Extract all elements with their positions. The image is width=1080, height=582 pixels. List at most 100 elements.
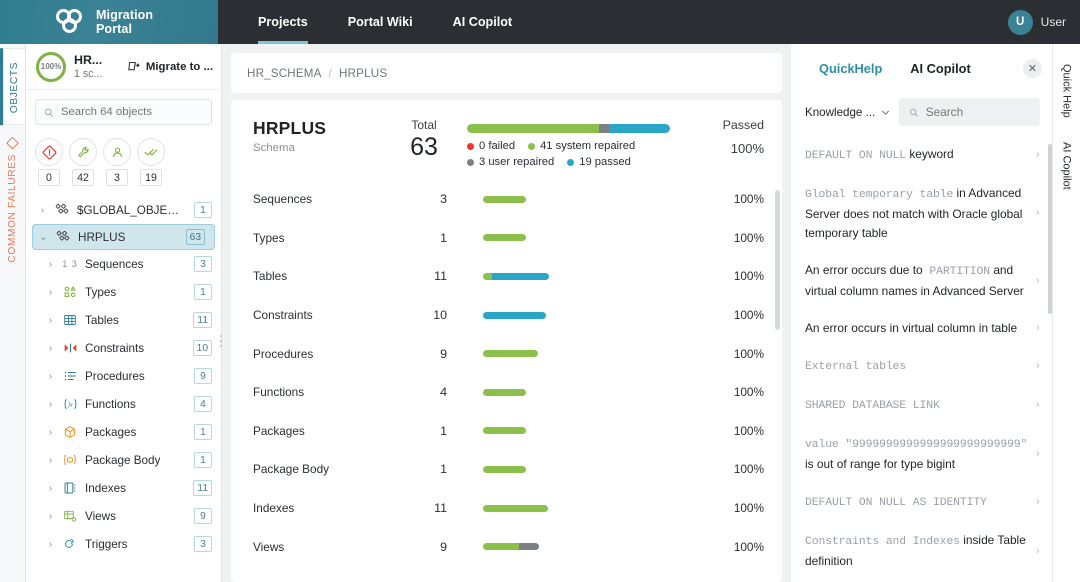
row-status-bar (483, 350, 538, 357)
legend-entry: 41 system repaired (528, 140, 635, 152)
row-object-type: Packages (253, 424, 393, 438)
knowledge-list-item[interactable]: External tables› (805, 347, 1046, 386)
knowledge-list-item[interactable]: An error occurs in virtual column in tab… (805, 310, 1046, 347)
knowledge-list-item[interactable]: An error occurs due to PARTITION and vir… (805, 252, 1046, 310)
breadcrumb-root[interactable]: HR_SCHEMA (247, 67, 322, 80)
chevron-right-icon[interactable]: › (46, 315, 55, 326)
knowledge-base-select[interactable]: Knowledge ... (805, 106, 890, 119)
knowledge-list-item[interactable]: DEFAULT ON NULL AS IDENTITY› (805, 483, 1046, 522)
schema-summary-card: HRPLUS Schema Total 63 0 failed41 system… (231, 100, 782, 582)
table-row[interactable]: Constraints10100% (231, 296, 782, 335)
tree-item-count: 3 (194, 536, 212, 552)
table-row[interactable]: Functions4100% (231, 373, 782, 412)
knowledge-item-code: Global temporary table (805, 189, 953, 201)
tree-item-label: Triggers (85, 538, 127, 551)
avatar[interactable]: U (1008, 10, 1033, 35)
table-row[interactable]: Indexes11100% (231, 489, 782, 528)
chevron-down-icon[interactable]: ⌄ (39, 232, 48, 243)
chevron-right-icon[interactable]: › (46, 259, 55, 270)
tree-item-functions[interactable]: ›fxFunctions4 (26, 390, 221, 418)
rail-tab-ai-copilot[interactable]: AI Copilot (1061, 132, 1073, 204)
chevron-right-icon[interactable]: › (46, 455, 55, 466)
tree-item-packages[interactable]: ›Packages1 (26, 418, 221, 446)
chevron-right-icon[interactable]: › (1036, 146, 1046, 165)
object-search-box[interactable] (35, 99, 212, 125)
chevron-right-icon[interactable]: › (46, 427, 55, 438)
row-bar-wrap (455, 234, 688, 241)
stat-passed[interactable]: 19 (137, 138, 165, 186)
chevron-right-icon[interactable]: › (46, 511, 55, 522)
tree-item-package-body[interactable]: ›Package Body1 (26, 446, 221, 474)
search-input[interactable] (61, 106, 203, 118)
chevron-right-icon[interactable]: › (1036, 272, 1046, 291)
tree-item-triggers[interactable]: › Triggers 3 (26, 530, 221, 558)
tree-item-procedures[interactable]: ›Procedures9 (26, 362, 221, 390)
table-row[interactable]: Packages1100% (231, 412, 782, 451)
chevron-right-icon[interactable]: › (1036, 396, 1046, 415)
nav-tab-portal-wiki[interactable]: Portal Wiki (328, 0, 433, 44)
table-row[interactable]: Procedures9100% (231, 334, 782, 373)
app-root: Migration Portal Projects Portal Wiki AI… (0, 0, 1080, 582)
knowledge-list-item[interactable]: value "9999999999999999999999999" is out… (805, 425, 1046, 483)
knowledge-list-item[interactable]: DEFAULT ON NULL keyword› (805, 136, 1046, 175)
chevron-right-icon[interactable]: › (38, 205, 47, 216)
migrate-to-button[interactable]: Migrate to ... (128, 60, 213, 73)
stat-user-repaired[interactable]: 3 (103, 138, 131, 186)
rail-tab-objects[interactable]: OBJECTS (0, 48, 26, 125)
row-object-type: Package Body (253, 462, 393, 476)
table-row[interactable]: Tables11100% (231, 257, 782, 296)
table-row[interactable]: Types1100% (231, 219, 782, 258)
table-row[interactable]: Sequences3100% (231, 180, 782, 219)
chevron-right-icon[interactable]: › (1036, 445, 1046, 464)
chevron-right-icon[interactable]: › (46, 287, 55, 298)
knowledge-list-item[interactable]: SHARED DATABASE LINK› (805, 386, 1046, 425)
help-search-input[interactable] (926, 105, 1030, 119)
nav-tab-ai-copilot[interactable]: AI Copilot (433, 0, 532, 44)
tree-item-indexes[interactable]: ›Indexes11 (26, 474, 221, 502)
tree-item-count: 1 (194, 452, 212, 468)
chevron-right-icon[interactable]: › (1036, 204, 1046, 223)
breadcrumb-current[interactable]: HRPLUS (339, 67, 387, 80)
chevron-right-icon[interactable]: › (1036, 493, 1046, 512)
help-search-box[interactable] (899, 98, 1040, 126)
knowledge-item-code: PARTITION (923, 266, 990, 278)
error-diamond-icon (42, 145, 57, 160)
panel-resize-handle[interactable] (217, 330, 225, 352)
nav-tab-projects[interactable]: Projects (238, 0, 328, 44)
chevron-right-icon[interactable]: › (46, 539, 55, 550)
row-passed-percent: 100% (688, 269, 764, 283)
knowledge-list-scrollbar[interactable] (1048, 144, 1052, 314)
username-label[interactable]: User (1041, 15, 1066, 29)
tree-item-views[interactable]: ›Views9 (26, 502, 221, 530)
chevron-right-icon[interactable]: › (1036, 357, 1046, 376)
rail-tab-common-failures[interactable]: COMMON FAILURES (0, 125, 25, 275)
chevron-right-icon[interactable]: › (46, 371, 55, 382)
brand-area[interactable]: Migration Portal (0, 0, 218, 44)
tree-item-tables[interactable]: ›Tables11 (26, 306, 221, 334)
summary-passed-block: Passed 100% (688, 118, 764, 156)
stat-system-repaired[interactable]: 42 (69, 138, 97, 186)
tab-quickhelp[interactable]: QuickHelp (805, 61, 896, 76)
row-status-bar-segment (519, 543, 539, 550)
tree-item-sequences[interactable]: ›1 3Sequences3 (26, 250, 221, 278)
table-row[interactable]: Views9100% (231, 527, 782, 566)
tab-ai-copilot[interactable]: AI Copilot (896, 61, 984, 76)
chevron-right-icon[interactable]: › (46, 483, 55, 494)
chevron-right-icon[interactable]: › (46, 399, 55, 410)
tree-item-types[interactable]: ›Types1 (26, 278, 221, 306)
chevron-right-icon[interactable]: › (1036, 542, 1046, 561)
stat-failed[interactable]: 0 (35, 138, 63, 186)
tree-item-constraints[interactable]: ›Constraints10 (26, 334, 221, 362)
table-row[interactable]: Package Body1100% (231, 450, 782, 489)
knowledge-list-item[interactable]: Global temporary table in Advanced Serve… (805, 175, 1046, 252)
close-icon[interactable]: ✕ (1023, 59, 1042, 78)
chevron-right-icon[interactable]: › (1036, 319, 1046, 338)
rail-tab-quick-help[interactable]: Quick Help (1061, 54, 1073, 132)
knowledge-list-item[interactable]: Constraints and Indexes inside Table def… (805, 522, 1046, 580)
tree-item-global-objects[interactable]: ›$GLOBAL_OBJECTS1 (26, 196, 221, 224)
chevron-right-icon[interactable]: › (46, 343, 55, 354)
knowledge-item-plain: keyword (906, 147, 954, 161)
tree-item-hrplus[interactable]: ⌄HRPLUS63 (32, 224, 215, 250)
row-object-type: Procedures (253, 347, 393, 361)
summary-scrollbar[interactable] (775, 190, 780, 330)
